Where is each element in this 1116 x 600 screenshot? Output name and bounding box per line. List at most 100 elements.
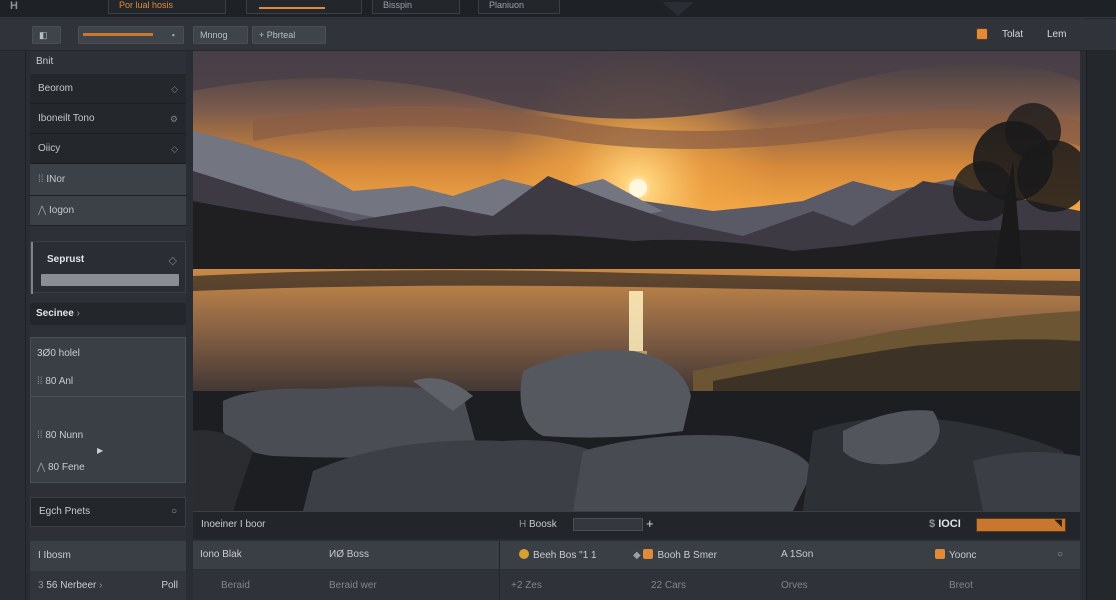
row-label: Iogon bbox=[48, 205, 75, 216]
panel-row-oiicy[interactable]: Oiicy ◇ bbox=[30, 134, 186, 164]
panel-row-inor[interactable]: ⁞⁞ INor bbox=[30, 164, 186, 196]
landscape-photo bbox=[193, 51, 1080, 511]
radio-icon[interactable]: ○ bbox=[1057, 549, 1063, 560]
seprust-slider[interactable] bbox=[41, 274, 179, 286]
status-right-label: IOCI bbox=[938, 518, 961, 530]
row-label: 56 Nerbeer bbox=[46, 580, 97, 591]
table-cell: Beeh Bos "1 1 bbox=[519, 549, 597, 561]
dollar-icon: $ bbox=[929, 518, 939, 530]
tab-label: Planiuon bbox=[489, 0, 525, 10]
app-logo: H bbox=[10, 0, 18, 12]
swatch-icon bbox=[935, 549, 945, 559]
table-cell: Beraid wer bbox=[329, 580, 377, 591]
row-label: Egch Pnets bbox=[39, 506, 91, 517]
table-cell: Breot bbox=[949, 580, 973, 591]
row-label: INor bbox=[46, 174, 66, 185]
table-cell: A 1Son bbox=[781, 549, 814, 560]
panel-row-beorom[interactable]: Beorom ◇ bbox=[30, 74, 186, 104]
table-row[interactable]: Iono Blak ИØ Boss Beeh Bos "1 1 ◆ Booh B… bbox=[193, 541, 1080, 570]
bracket-icon: H bbox=[519, 519, 529, 530]
section-title: Seprust bbox=[47, 254, 85, 265]
section-secinee[interactable]: Secinee › bbox=[30, 303, 186, 325]
zoom-slider[interactable]: ▪ bbox=[78, 26, 184, 44]
color-swatch-icon[interactable] bbox=[976, 28, 988, 40]
tolat-label[interactable]: Tolat bbox=[1002, 29, 1023, 40]
status-center: H Boosk bbox=[519, 519, 557, 530]
chevron-right-icon: › bbox=[96, 580, 103, 591]
table-cell: +2 Zes bbox=[511, 580, 542, 591]
lem-label[interactable]: Lem bbox=[1047, 29, 1066, 40]
properties-group: 3Ø0 holel ⁞⁞ 80 Anl ⁞⁞ 80 Nunn ▶ ⋀ 80 Fe… bbox=[30, 337, 186, 483]
panel-row-iogon[interactable]: ⋀ Iogon bbox=[30, 196, 186, 226]
status-bar: Inoeiner I boor H Boosk + $ IOCI ◥ bbox=[193, 511, 1080, 539]
tab-planiuon[interactable]: Planiuon bbox=[478, 0, 560, 14]
zoom-slider-fill bbox=[83, 33, 153, 36]
dropdown-notch bbox=[662, 2, 694, 16]
right-tool-strip bbox=[1086, 0, 1116, 600]
column-divider bbox=[499, 541, 500, 600]
row-label: Oiicy bbox=[38, 143, 61, 154]
button-label: Pbrteal bbox=[266, 30, 296, 40]
table-cell: ◆ Booh B Smer bbox=[633, 549, 717, 561]
group-item: ⋀ 80 Fene bbox=[37, 462, 85, 473]
toggle-icon[interactable]: ◇ bbox=[169, 254, 177, 267]
tab-main[interactable]: Por lual hosis bbox=[108, 0, 226, 14]
tab-second[interactable] bbox=[246, 0, 362, 14]
settings-icon[interactable]: ⚙ bbox=[170, 104, 178, 134]
status-input[interactable] bbox=[573, 518, 643, 531]
table-cell: 22 Cars bbox=[651, 580, 687, 591]
filter-button-pbrteal[interactable]: + Pbrteal bbox=[252, 26, 326, 44]
table-cell: Beraid bbox=[221, 580, 250, 591]
table-cell: Orves bbox=[781, 580, 808, 591]
divider bbox=[31, 396, 185, 397]
table-row[interactable]: Beraid Beraid wer +2 Zes 22 Cars Orves B… bbox=[193, 571, 1080, 600]
toggle-icon[interactable]: ◇ bbox=[171, 134, 178, 164]
table-cell: ИØ Boss bbox=[329, 549, 369, 560]
triangle-icon: ⋀ bbox=[37, 462, 48, 473]
status-right: $ IOCI bbox=[929, 518, 961, 530]
adjustment-table: Iono Blak ИØ Boss Beeh Bos "1 1 ◆ Booh B… bbox=[193, 541, 1080, 600]
egch-row[interactable]: Egch Pnets ○ bbox=[30, 497, 186, 527]
group-item-label: 80 Anl bbox=[45, 376, 74, 387]
panel-header: Bnit bbox=[30, 51, 186, 73]
plus-icon[interactable]: + bbox=[646, 516, 654, 531]
diamond-icon: ◆ bbox=[633, 550, 644, 561]
toolbar: ◧ ▪ Mnnog + Pbrteal Tolat Lem bbox=[0, 19, 1116, 51]
table-cell-label: Yoonc bbox=[949, 550, 977, 561]
cursor-icon: ▶ bbox=[97, 446, 104, 455]
group-item: 3Ø0 holel bbox=[37, 348, 80, 359]
top-tab-bar: H Por lual hosis Bisspin Planiuon bbox=[0, 0, 1116, 18]
slider-handle-icon[interactable]: ◥ bbox=[1054, 518, 1062, 529]
toggle-icon[interactable]: ◇ bbox=[171, 74, 178, 104]
status-left: Inoeiner I boor bbox=[201, 519, 266, 530]
left-tool-strip bbox=[0, 19, 26, 600]
poll-label[interactable]: Poll bbox=[161, 571, 178, 600]
tab-label: Por lual hosis bbox=[119, 0, 174, 10]
filter-button-mnnog[interactable]: Mnnog bbox=[193, 26, 248, 44]
exposure-slider[interactable]: ◥ bbox=[976, 518, 1066, 532]
panel-row-tone[interactable]: Iboneilt Tono ⚙ bbox=[30, 104, 186, 134]
lbom-row[interactable]: I Ibosm bbox=[30, 541, 186, 571]
active-tab-indicator bbox=[259, 7, 325, 9]
table-cell-label: Beeh Bos "1 1 bbox=[533, 550, 597, 561]
left-panel: Bnit Beorom ◇ Iboneilt Tono ⚙ Oiicy ◇ ⁞⁞ IN… bbox=[30, 51, 186, 600]
table-cell: Yoonc bbox=[935, 549, 976, 561]
slider-handle-icon[interactable]: ▪ bbox=[172, 27, 175, 43]
section-title: Secinee bbox=[36, 308, 74, 319]
section-seprust: Seprust ◇ bbox=[30, 241, 186, 294]
radio-icon[interactable]: ○ bbox=[171, 498, 177, 526]
table-cell-label: Booh B Smer bbox=[657, 550, 717, 561]
group-item-label: 80 Nunn bbox=[45, 430, 84, 441]
status-center-label: Boosk bbox=[529, 519, 557, 530]
tab-label: Bisspin bbox=[383, 0, 413, 10]
button-label: Mnnog bbox=[200, 30, 228, 40]
section-marker bbox=[31, 242, 33, 294]
tab-bisspin[interactable]: Bisspin bbox=[372, 0, 460, 14]
bottom-row[interactable]: 3 56 Nerbeer › Poll bbox=[30, 571, 186, 600]
row-label: I Ibosm bbox=[38, 550, 71, 561]
group-item: ⁞⁞ 80 Anl bbox=[37, 376, 73, 387]
group-item-label: 80 Fene bbox=[47, 462, 85, 473]
crop-tool-button[interactable]: ◧ bbox=[32, 26, 61, 44]
image-viewer[interactable] bbox=[193, 51, 1080, 511]
plus-icon: + bbox=[259, 30, 265, 40]
